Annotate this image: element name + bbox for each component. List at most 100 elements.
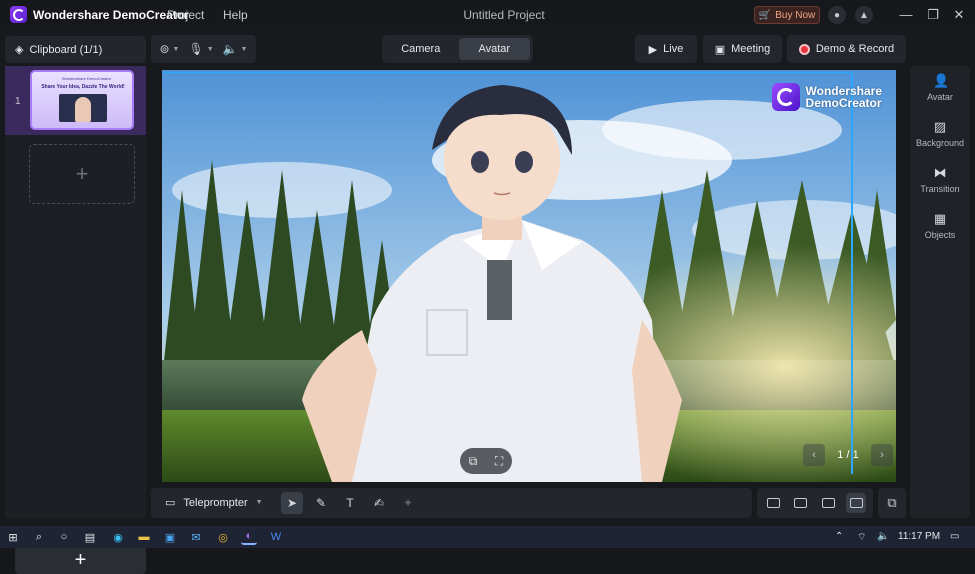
teleprompter-label: Teleprompter (183, 496, 248, 509)
select-tool[interactable]: ➤ (281, 492, 303, 514)
thumb-brand: Wondershare DemoCreator (62, 76, 112, 81)
microphone-dropdown[interactable]: 🎙 ▼ (188, 42, 213, 56)
side-item-label: Objects (924, 230, 956, 240)
clipboard-title: Clipboard (1/1) (29, 43, 103, 56)
chevron-down-icon: ▼ (206, 45, 214, 53)
watermark-line2: DemoCreator (805, 96, 882, 110)
bottom-toolbar: ▭ Teleprompter ▼ ➤ ✎ T ✍ ✦ (151, 488, 752, 518)
teleprompter-dropdown[interactable]: ▭ Teleprompter ▼ (165, 496, 263, 510)
app-name: Wondershare DemoCreator (33, 8, 189, 22)
speaker-dropdown[interactable]: 🔈 ▼ (223, 42, 248, 56)
share-icon: ⧉ (887, 495, 897, 510)
teleprompter-icon: ▭ (165, 497, 176, 509)
layout-toolbar (757, 488, 873, 518)
selection-border-right[interactable] (851, 74, 853, 474)
buy-now-button[interactable]: 🛒 Buy Now (754, 6, 820, 24)
meeting-icon: ▣ (714, 43, 726, 56)
fullscreen-icon[interactable]: ⛶ (495, 454, 503, 469)
layout-pip-left-button[interactable] (763, 493, 783, 513)
task-view-icon[interactable]: ▤ (82, 529, 98, 545)
prev-page-button[interactable]: ‹ (803, 444, 825, 466)
search-icon[interactable]: ⌕ (31, 529, 47, 545)
layout-avatar-button[interactable] (846, 493, 866, 513)
mirror-icon[interactable]: ⧉ (469, 454, 478, 469)
record-icon (798, 43, 810, 55)
pen-tool[interactable]: ✎ (310, 492, 332, 514)
add-clip-placeholder[interactable]: + (29, 144, 135, 204)
cortana-icon[interactable]: ○ (56, 529, 72, 545)
chrome-icon[interactable]: ◎ (215, 529, 231, 545)
edge-icon[interactable]: ◉ (110, 529, 126, 545)
clipboard-header: ◈ Clipboard (1/1) (5, 36, 146, 63)
pager: ‹ 1 / 1 › (803, 444, 893, 466)
webcam-dropdown[interactable]: ⊚ ▼ (159, 42, 179, 56)
side-item-transition[interactable]: ⧓ Transition (910, 166, 970, 195)
mail-icon[interactable]: ✉ (188, 529, 204, 545)
note-tool[interactable]: ✍ (368, 492, 390, 514)
chevron-down-icon: ▼ (240, 45, 248, 53)
tab-camera[interactable]: Camera (385, 38, 457, 60)
preview-canvas[interactable]: Wondershare DemoCreator ⧉ ⛶ ‹ 1 / 1 › (162, 70, 896, 482)
chevron-down-icon: ▼ (172, 45, 180, 53)
volume-icon[interactable]: 🔈 (877, 531, 889, 542)
tab-avatar[interactable]: Avatar (458, 38, 530, 60)
watermark: Wondershare DemoCreator (771, 83, 882, 111)
side-item-label: Avatar (927, 92, 953, 102)
side-item-avatar[interactable]: 👤 Avatar (910, 73, 970, 103)
live-label: Live (663, 43, 684, 55)
clip-thumbnail[interactable]: Wondershare DemoCreator Share Your Idea,… (30, 70, 134, 130)
text-tool[interactable]: T (339, 492, 361, 514)
effect-tool[interactable]: ✦ (397, 492, 419, 514)
layers-icon: ◈ (15, 44, 24, 56)
share-button[interactable]: ⧉ (878, 488, 906, 518)
windows-start-icon[interactable]: ⊞ (5, 529, 21, 545)
clipboard-panel: 1 Wondershare DemoCreator Share Your Ide… (5, 66, 146, 574)
next-page-button[interactable]: › (871, 444, 893, 466)
canvas-tools: ⧉ ⛶ (460, 448, 512, 474)
side-item-label: Background (915, 138, 965, 148)
store-icon[interactable]: ▣ (162, 529, 178, 545)
menu-help[interactable]: Help (223, 8, 248, 22)
wifi-icon[interactable]: ⌔ (857, 531, 866, 544)
background-icon: ▨ (933, 119, 947, 134)
scene-illustration (162, 70, 896, 482)
device-toolbar: ⊚ ▼ 🎙 ▼ 🔈 ▼ (151, 35, 256, 63)
avatar-icon: 👤 (933, 73, 950, 88)
note-icon: ✍ (373, 496, 385, 510)
chevron-up-icon[interactable]: ⌃ (835, 531, 843, 542)
clip-item[interactable]: 1 Wondershare DemoCreator Share Your Ide… (5, 66, 146, 135)
democreator-taskbar-icon[interactable]: ◐ (241, 529, 257, 545)
close-icon[interactable]: ✕ (949, 5, 969, 25)
text-icon: T (346, 496, 354, 510)
side-item-background[interactable]: ▨ Background (910, 119, 970, 149)
chevron-down-icon: ▼ (255, 499, 263, 506)
menu-project[interactable]: Project (167, 8, 204, 22)
meeting-button[interactable]: ▣ Meeting (703, 35, 782, 63)
layout-pip-right-button[interactable] (790, 493, 810, 513)
taskbar-clock[interactable]: 11:17 PM (898, 531, 940, 542)
minimize-icon[interactable]: — (896, 5, 916, 25)
page-indicator: 1 / 1 (837, 449, 859, 461)
meeting-label: Meeting (731, 43, 771, 55)
cart-icon: 🛒 (758, 9, 772, 21)
webcam-icon: ⊚ (159, 42, 170, 56)
graduation-icon[interactable]: ▲ (855, 6, 873, 24)
layout-icon (793, 498, 807, 508)
clip-index: 1 (15, 96, 21, 107)
user-icon[interactable]: ● (828, 6, 846, 24)
democreator-window: Wondershare DemoCreator Project Help Unt… (0, 0, 975, 574)
add-clip-button[interactable]: + (15, 546, 146, 574)
thumb-person (75, 97, 91, 122)
selection-border-top (162, 72, 853, 73)
word-icon[interactable]: W (268, 529, 284, 545)
file-explorer-icon[interactable]: ▬ (136, 529, 152, 545)
app-logo-icon (10, 6, 27, 23)
restore-icon[interactable]: ❐ (923, 5, 943, 25)
demo-record-button[interactable]: Demo & Record (787, 35, 906, 63)
layout-screen-button[interactable] (818, 493, 838, 513)
side-item-objects[interactable]: ▦ Objects (910, 212, 970, 241)
microphone-icon: 🎙 (188, 42, 204, 56)
live-button[interactable]: ▶ Live (635, 35, 697, 63)
notification-icon[interactable]: ▭ (950, 531, 959, 542)
buy-now-label: Buy Now (775, 9, 816, 21)
